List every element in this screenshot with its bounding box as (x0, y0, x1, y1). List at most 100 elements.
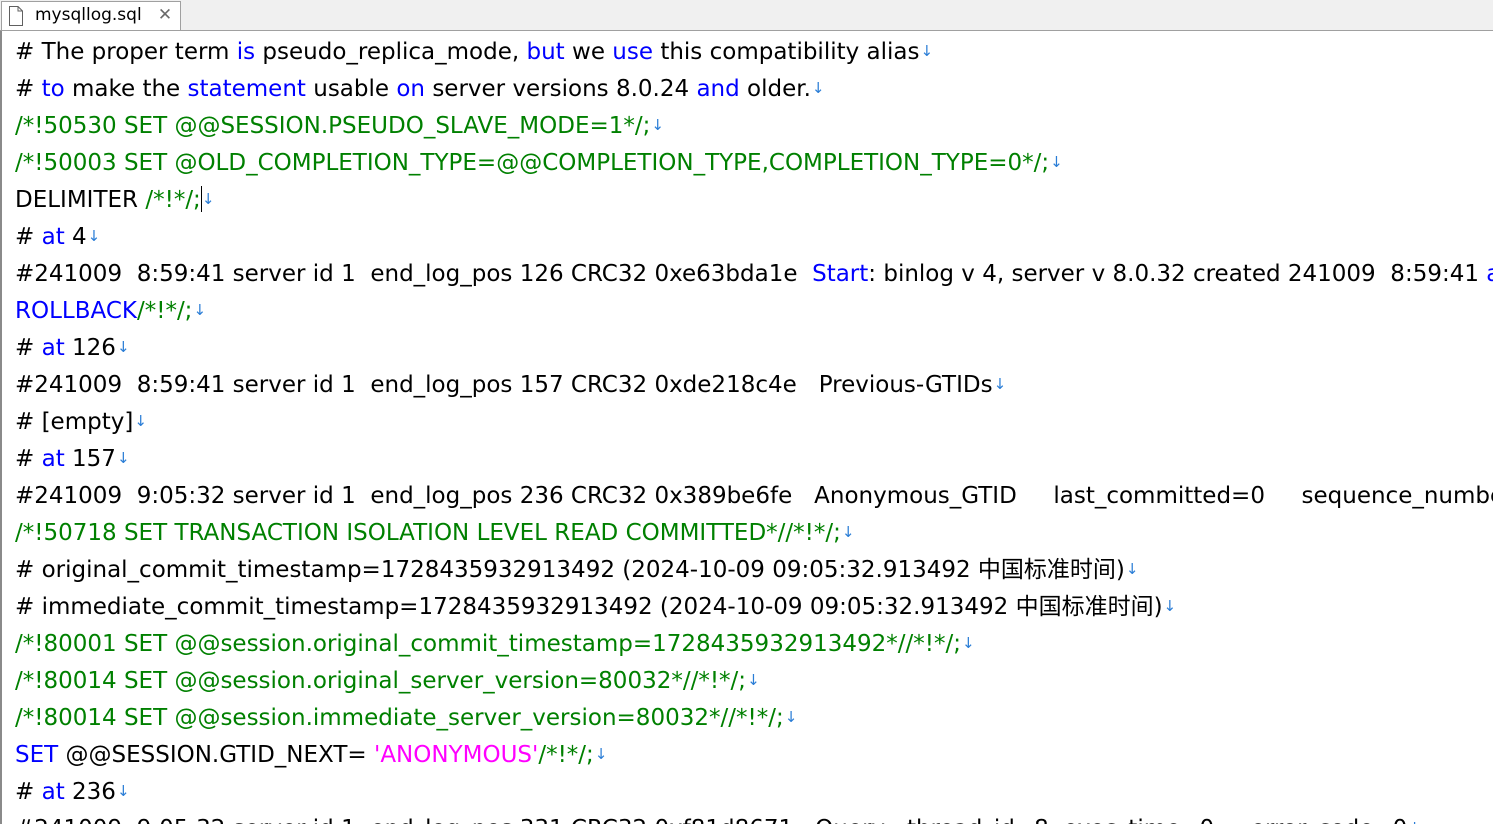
line-end-marker: ↓ (1125, 560, 1139, 578)
code-line: #241009 8:59:41 server id 1 end_log_pos … (15, 366, 1006, 403)
code-token: 4 (64, 224, 87, 250)
code-line: /*!80014 SET @@session.immediate_server_… (15, 699, 797, 736)
line-end-marker: ↓ (594, 745, 608, 763)
code-token: we (564, 39, 613, 65)
code-token: is (236, 39, 256, 65)
code-token: statement (187, 76, 306, 102)
line-end-marker: ↓ (651, 116, 664, 134)
code-token: /*!*/; (145, 187, 201, 213)
line-end-marker: ↓ (87, 227, 101, 245)
code-token: make the (64, 76, 188, 102)
code-token: # (15, 446, 42, 472)
code-line: /*!50003 SET @OLD_COMPLETION_TYPE=@@COMP… (15, 144, 1063, 181)
document-icon (9, 6, 23, 26)
code-token: # The proper term (15, 39, 237, 65)
code-token: SET (15, 742, 59, 768)
code-line: DELIMITER /*!*/;↓ (15, 181, 214, 218)
code-token: at (41, 224, 65, 250)
code-line: # at 4↓ (15, 218, 100, 255)
code-token: #241009 9:05:32 server id 1 end_log_pos … (15, 483, 1493, 509)
code-line: # at 126↓ (15, 329, 130, 366)
line-end-marker: ↓ (1163, 597, 1177, 615)
code-token: /*!*/; (538, 742, 594, 768)
code-token: 126 (64, 335, 116, 361)
code-token: # [empty] (15, 409, 134, 435)
line-end-marker: ↓ (116, 449, 130, 467)
line-end-marker: ↓ (841, 523, 855, 541)
code-token: at (41, 779, 65, 805)
code-line: # at 236↓ (15, 773, 130, 810)
line-end-marker: ↓ (134, 412, 147, 430)
code-token: /*!80014 SET @@session.original_server_v… (15, 668, 747, 694)
code-token: # (15, 779, 42, 805)
line-end-marker: ↓ (993, 375, 1007, 393)
line-end-marker: ↓ (116, 782, 130, 800)
text-caret (201, 186, 202, 212)
close-icon[interactable]: ✕ (155, 5, 175, 25)
code-line: # original_commit_timestamp=172843593291… (15, 551, 1139, 588)
code-token: @@SESSION.GTID_NEXT= (58, 742, 374, 768)
code-line: # immediate_commit_timestamp=17284359329… (15, 588, 1176, 625)
code-token: 157 (64, 446, 116, 472)
code-token: at (41, 446, 65, 472)
line-end-marker: ↓ (201, 190, 215, 208)
code-token: /*!50530 SET @@SESSION.PSEUDO_SLAVE_MODE… (15, 113, 651, 139)
line-end-marker: ↓ (920, 42, 934, 60)
code-line: SET @@SESSION.GTID_NEXT= 'ANONYMOUS'/*!*… (15, 736, 607, 773)
code-editor[interactable]: # The proper term is pseudo_replica_mode… (0, 31, 1493, 824)
code-token: at (41, 335, 65, 361)
code-line: #241009 8:59:41 server id 1 end_log_pos … (15, 255, 1493, 292)
code-token: /*!80001 SET @@session.original_commit_t… (15, 631, 961, 657)
code-token: /*!50003 SET @OLD_COMPLETION_TYPE=@@COMP… (15, 150, 1050, 176)
tab-label: mysqllog.sql (35, 5, 142, 25)
code-token: ROLLBACK (15, 298, 137, 324)
code-token: /*!50718 SET TRANSACTION ISOLATION LEVEL… (15, 520, 841, 546)
code-token: 236 (64, 779, 116, 805)
code-token: use (612, 39, 654, 65)
code-token: pseudo_replica_mode, (255, 39, 527, 65)
code-token: 'ANONYMOUS' (374, 742, 539, 768)
code-line: # at 157↓ (15, 440, 130, 477)
line-end-marker: ↓ (747, 671, 760, 689)
code-token: # (15, 335, 42, 361)
code-token: /*!80014 SET @@session.immediate_server_… (15, 705, 784, 731)
tab-bar: mysqllog.sql ✕ (0, 0, 1493, 31)
code-line: # The proper term is pseudo_replica_mode… (15, 33, 933, 70)
code-token: #241009 8:59:41 server id 1 end_log_pos … (15, 261, 813, 287)
code-token: #241009 9:05:32 server id 1 end_log_pos … (15, 816, 1407, 824)
code-token: usable (305, 76, 397, 102)
code-token: and (696, 76, 740, 102)
line-end-marker: ↓ (811, 79, 825, 97)
line-end-marker: ↓ (1408, 819, 1421, 824)
code-line: /*!80014 SET @@session.original_server_v… (15, 662, 760, 699)
code-token: but (526, 39, 565, 65)
code-line: /*!50530 SET @@SESSION.PSEUDO_SLAVE_MODE… (15, 107, 664, 144)
code-token: DELIMITER (15, 187, 146, 213)
code-token: server versions 8.0.24 (425, 76, 697, 102)
code-token: #241009 8:59:41 server id 1 end_log_pos … (15, 372, 993, 398)
code-token: on (396, 76, 426, 102)
line-end-marker: ↓ (784, 708, 798, 726)
line-end-marker: ↓ (193, 301, 207, 319)
code-line: # [empty]↓ (15, 403, 147, 440)
code-line: #241009 9:05:32 server id 1 end_log_pos … (15, 477, 1493, 514)
line-end-marker: ↓ (1050, 153, 1063, 171)
code-token: : binlog v 4, server v 8.0.32 created 24… (868, 261, 1487, 287)
code-token: # (15, 224, 42, 250)
code-token: at (1486, 261, 1493, 287)
code-token: # original_commit_timestamp=172843593291… (15, 557, 1125, 583)
tab-mysqllog[interactable]: mysqllog.sql ✕ (1, 1, 181, 30)
code-token: /*!*/; (136, 298, 193, 324)
code-line: /*!80001 SET @@session.original_commit_t… (15, 625, 975, 662)
line-end-marker: ↓ (116, 338, 130, 356)
code-line: ROLLBACK/*!*/;↓ (15, 292, 206, 329)
code-line: # to make the statement usable on server… (15, 70, 825, 107)
code-line: /*!50718 SET TRANSACTION ISOLATION LEVEL… (15, 514, 854, 551)
code-token: # (15, 76, 42, 102)
line-end-marker: ↓ (961, 634, 975, 652)
code-line: #241009 9:05:32 server id 1 end_log_pos … (15, 810, 1421, 824)
code-token: Start (812, 261, 869, 287)
code-token: this compatibility alias (653, 39, 920, 65)
code-token: older. (739, 76, 811, 102)
code-token: to (41, 76, 65, 102)
